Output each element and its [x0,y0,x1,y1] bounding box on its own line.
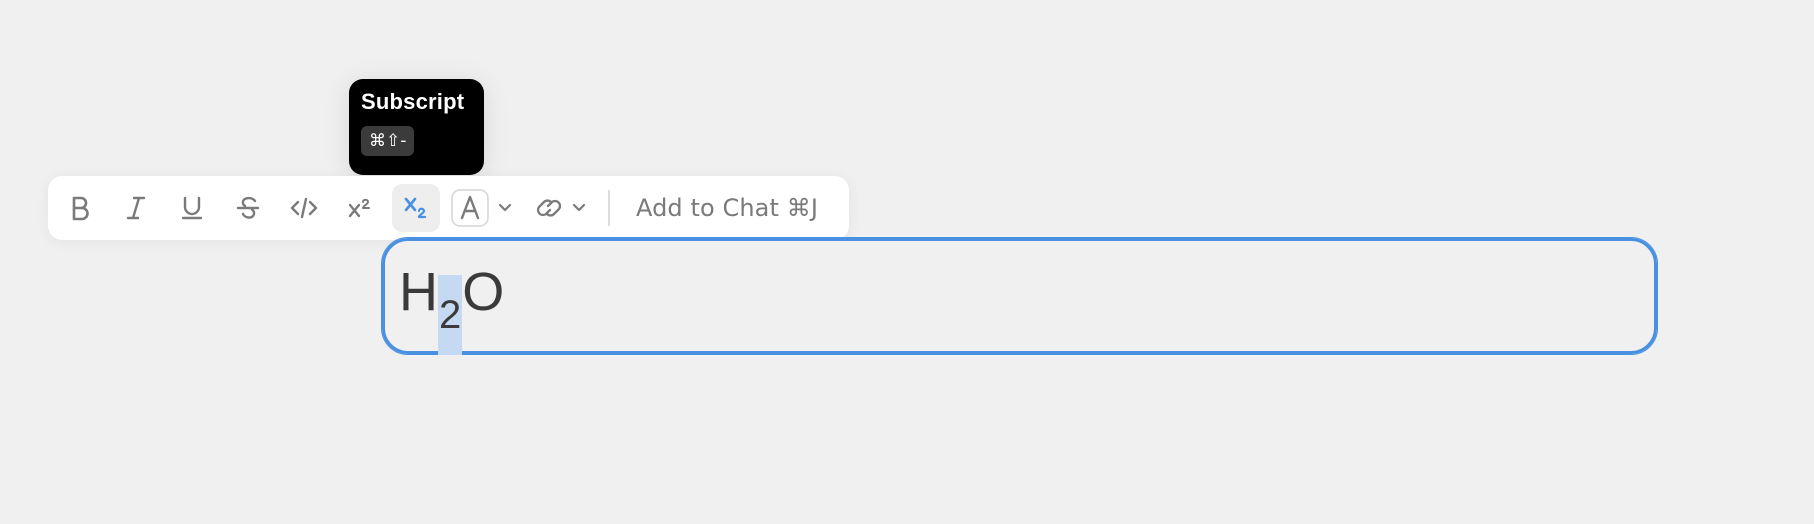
editor-text-after: O [462,262,505,322]
strikethrough-button[interactable] [224,184,272,232]
underline-icon [181,196,203,220]
superscript-icon [348,198,370,218]
editor-content[interactable]: H2O [399,260,505,355]
subscript-tooltip: Subscript ⌘⇧- [349,79,484,175]
text-color-button[interactable] [450,184,520,232]
underline-button[interactable] [168,184,216,232]
strikethrough-icon [236,196,260,219]
bold-button[interactable] [56,184,104,232]
formatting-toolbar: Add to Chat ⌘J [48,176,849,240]
superscript-button[interactable] [336,184,384,232]
tooltip-title: Subscript [361,89,465,114]
subscript-button[interactable] [392,184,440,232]
code-icon [290,197,318,219]
italic-button[interactable] [112,184,160,232]
code-button[interactable] [280,184,328,232]
link-icon [536,199,586,217]
subscript-icon [404,197,427,219]
selected-subscript-text: 2 [438,275,463,355]
bold-icon [72,196,89,221]
tooltip-shortcut: ⌘⇧- [361,126,415,156]
editor-text-before: H [399,262,438,322]
add-to-chat-button[interactable]: Add to Chat ⌘J [624,184,830,232]
italic-icon [126,196,146,220]
text-color-icon [451,189,512,227]
toolbar-divider [608,190,610,226]
text-editor[interactable]: H2O [381,237,1658,355]
link-button[interactable] [534,184,596,232]
